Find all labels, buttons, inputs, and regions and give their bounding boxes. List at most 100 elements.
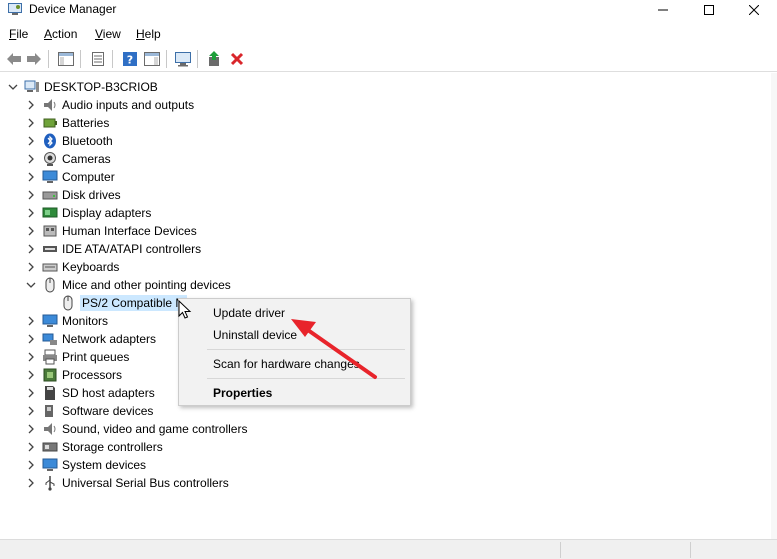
tree-root[interactable]: DESKTOP-B3CRIOB — [8, 78, 158, 96]
tree-item-network-adapters[interactable]: Network adapters — [26, 330, 156, 348]
help-icon: ? — [123, 52, 137, 67]
chevron-right-icon[interactable] — [26, 424, 36, 434]
chevron-right-icon[interactable] — [26, 352, 36, 362]
window-title: Device Manager — [29, 2, 117, 16]
tree-item-ps2-mouse[interactable]: PS/2 Compatible M — [60, 294, 188, 312]
tree-item-label: Human Interface Devices — [62, 224, 197, 238]
uninstall-toolbar-button[interactable] — [227, 49, 247, 69]
maximize-button[interactable] — [686, 0, 732, 20]
tree-item-ide-ata-atapi-controllers[interactable]: IDE ATA/ATAPI controllers — [26, 240, 201, 258]
chevron-right-icon[interactable] — [26, 244, 36, 254]
chevron-right-icon[interactable] — [26, 406, 36, 416]
tree-item-audio-inputs-and-outputs[interactable]: Audio inputs and outputs — [26, 96, 194, 114]
chevron-right-icon[interactable] — [26, 172, 36, 182]
speaker-icon — [42, 97, 58, 113]
menu-help[interactable]: Help — [136, 27, 161, 41]
tree-root-label: DESKTOP-B3CRIOB — [44, 80, 158, 94]
menu-view-accel: V — [95, 27, 103, 41]
chevron-down-icon[interactable] — [8, 82, 18, 92]
tree-item-software-devices[interactable]: Software devices — [26, 402, 153, 420]
hid-icon — [42, 223, 58, 239]
back-button[interactable] — [4, 49, 24, 69]
context-menu: Update driver Uninstall device Scan for … — [178, 298, 411, 406]
keyboard-icon — [42, 259, 58, 275]
tree-item-storage-controllers[interactable]: Storage controllers — [26, 438, 163, 456]
tree-item-label: Monitors — [62, 314, 109, 328]
close-button[interactable] — [731, 0, 777, 20]
monitor-scan-icon — [175, 52, 191, 67]
computer-root-icon — [24, 79, 40, 95]
tree-item-print-queues[interactable]: Print queues — [26, 348, 129, 366]
context-scan-hardware[interactable]: Scan for hardware changes — [213, 357, 360, 371]
chevron-right-icon[interactable] — [26, 154, 36, 164]
chevron-right-icon[interactable] — [26, 118, 36, 128]
context-properties[interactable]: Properties — [213, 386, 272, 400]
back-arrow-icon — [7, 53, 21, 65]
tree-item-bluetooth[interactable]: Bluetooth — [26, 132, 113, 150]
menu-file[interactable]: File — [9, 27, 28, 41]
console-tree-icon — [58, 52, 74, 66]
forward-arrow-icon — [27, 53, 41, 65]
tree-item-label: System devices — [62, 458, 147, 472]
tree-item-label: Disk drives — [62, 188, 121, 202]
chevron-right-icon[interactable] — [26, 316, 36, 326]
chevron-right-icon[interactable] — [26, 442, 36, 452]
tree-item-mice-and-other-pointing-devices[interactable]: Mice and other pointing devices — [26, 276, 231, 294]
tree-item-cameras[interactable]: Cameras — [26, 150, 111, 168]
system-device-icon — [42, 457, 58, 473]
close-icon — [749, 5, 759, 15]
properties-toolbar-button[interactable] — [88, 49, 108, 69]
forward-button[interactable] — [24, 49, 44, 69]
chevron-right-icon[interactable] — [26, 478, 36, 488]
tree-item-label: Computer — [62, 170, 115, 184]
tree-item-sound-video-and-game-controllers[interactable]: Sound, video and game controllers — [26, 420, 247, 438]
chevron-right-icon[interactable] — [26, 334, 36, 344]
context-update-driver[interactable]: Update driver — [213, 306, 285, 320]
tree-item-computer[interactable]: Computer — [26, 168, 115, 186]
chevron-right-icon[interactable] — [26, 190, 36, 200]
tree-item-keyboards[interactable]: Keyboards — [26, 258, 119, 276]
tree-item-batteries[interactable]: Batteries — [26, 114, 109, 132]
tree-item-monitors[interactable]: Monitors — [26, 312, 108, 330]
chevron-right-icon[interactable] — [26, 388, 36, 398]
bluetooth-icon — [42, 133, 58, 149]
maximize-icon — [704, 5, 714, 15]
tree-item-display-adapters[interactable]: Display adapters — [26, 204, 151, 222]
chevron-right-icon[interactable] — [26, 100, 36, 110]
menu-action-accel: A — [44, 27, 53, 41]
mouse-icon — [42, 277, 58, 293]
context-uninstall-device[interactable]: Uninstall device — [213, 328, 297, 342]
tree-item-system-devices[interactable]: System devices — [26, 456, 146, 474]
tree-item-disk-drives[interactable]: Disk drives — [26, 186, 121, 204]
action-pane-icon — [144, 52, 160, 66]
chevron-right-icon[interactable] — [26, 370, 36, 380]
tree-item-sd-host-adapters[interactable]: SD host adapters — [26, 384, 155, 402]
scan-hardware-toolbar-button[interactable] — [173, 49, 193, 69]
action-pane-button[interactable] — [142, 49, 162, 69]
status-divider — [560, 542, 561, 558]
toolbar-separator — [80, 50, 81, 68]
menu-action[interactable]: Action — [44, 27, 77, 41]
help-toolbar-button[interactable]: ? — [120, 49, 140, 69]
chevron-right-icon[interactable] — [26, 460, 36, 470]
vertical-scrollbar[interactable] — [771, 73, 777, 539]
minimize-button[interactable] — [640, 0, 686, 20]
chevron-right-icon[interactable] — [26, 208, 36, 218]
tree-item-label: Display adapters — [62, 206, 152, 220]
update-driver-toolbar-button[interactable] — [204, 49, 224, 69]
status-divider — [690, 542, 691, 558]
chevron-right-icon[interactable] — [26, 226, 36, 236]
tree-item-human-interface-devices[interactable]: Human Interface Devices — [26, 222, 197, 240]
menu-view[interactable]: View — [95, 27, 121, 41]
tree-item-label: Processors — [62, 368, 123, 382]
tree-item-processors[interactable]: Processors — [26, 366, 122, 384]
properties-sheet-icon — [92, 52, 104, 66]
chevron-down-icon[interactable] — [26, 280, 36, 290]
chevron-right-icon[interactable] — [26, 262, 36, 272]
chevron-right-icon[interactable] — [26, 136, 36, 146]
menu-bar: File Action View Help — [0, 24, 777, 44]
show-hide-console-tree-button[interactable] — [56, 49, 76, 69]
monitor-icon — [42, 313, 58, 329]
tree-item-label: Software devices — [62, 404, 154, 418]
tree-item-universal-serial-bus-controllers[interactable]: Universal Serial Bus controllers — [26, 474, 229, 492]
